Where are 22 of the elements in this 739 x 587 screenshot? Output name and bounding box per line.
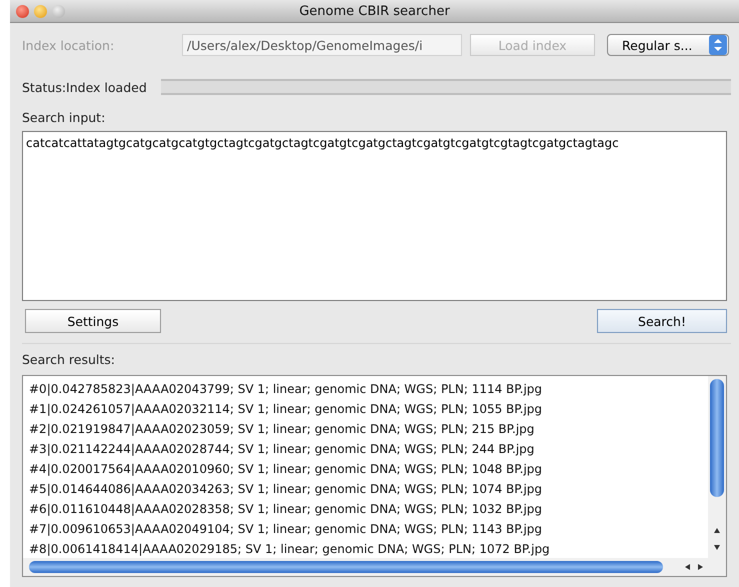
close-icon[interactable] [16, 4, 29, 18]
result-item[interactable]: #3|0.021142244|AAAA02028744; SV 1; linear; genomic DNA; WGS; PLN; 244 BP.jpg [29, 439, 534, 459]
status-text: Status:Index loaded [22, 80, 147, 94]
search-input-label: Search input: [22, 110, 106, 125]
result-item[interactable]: #5|0.014644086|AAAA02034263; SV 1; linear; genomic DNA; WGS; PLN; 1074 BP.jpg [29, 479, 542, 499]
search-results-label: Search results: [22, 352, 116, 367]
result-item[interactable]: #0|0.042785823|AAAA02043799; SV 1; linear; genomic DNA; WGS; PLN; 1114 BP.jpg [29, 379, 542, 399]
result-item[interactable]: #7|0.009610653|AAAA02049104; SV 1; linear; genomic DNA; WGS; PLN; 1143 BP.jpg [29, 519, 542, 539]
dropdown-arrows-icon [709, 35, 727, 55]
search-button[interactable]: Search! [597, 309, 727, 333]
index-location-label: Index location: [22, 38, 116, 52]
search-input-field[interactable]: catcatcattatagtgcatgcatgcatgtgctagtcgatgctagtcgatgtcgatgctagtcgatgtcgatgtcgtagtcgatgctagtagc [22, 131, 727, 301]
result-item[interactable]: #1|0.024261057|AAAA02032114; SV 1; linear; genomic DNA; WGS; PLN; 1055 BP.jpg [29, 399, 542, 419]
horizontal-scrollbar[interactable] [23, 558, 726, 576]
result-item[interactable]: #2|0.021919847|AAAA02023059; SV 1; linear; genomic DNA; WGS; PLN; 215 BP.jpg [29, 419, 534, 439]
result-item[interactable]: #4|0.020017564|AAAA02010960; SV 1; linear; genomic DNA; WGS; PLN; 1048 BP.jpg [29, 459, 542, 479]
mode-dropdown[interactable]: Regular s... [607, 34, 729, 56]
settings-button[interactable]: Settings [25, 309, 161, 333]
result-item[interactable]: #8|0.0061418414|AAAA02029185; SV 1; linear; genomic DNA; WGS; PLN; 1072 BP.jpg [29, 539, 550, 559]
vertical-scrollbar[interactable] [708, 376, 726, 558]
window-title: Genome CBIR searcher [299, 4, 450, 18]
result-item[interactable]: #6|0.011610448|AAAA02028358; SV 1; linear; genomic DNA; WGS; PLN; 1032 BP.jpg [29, 499, 542, 519]
